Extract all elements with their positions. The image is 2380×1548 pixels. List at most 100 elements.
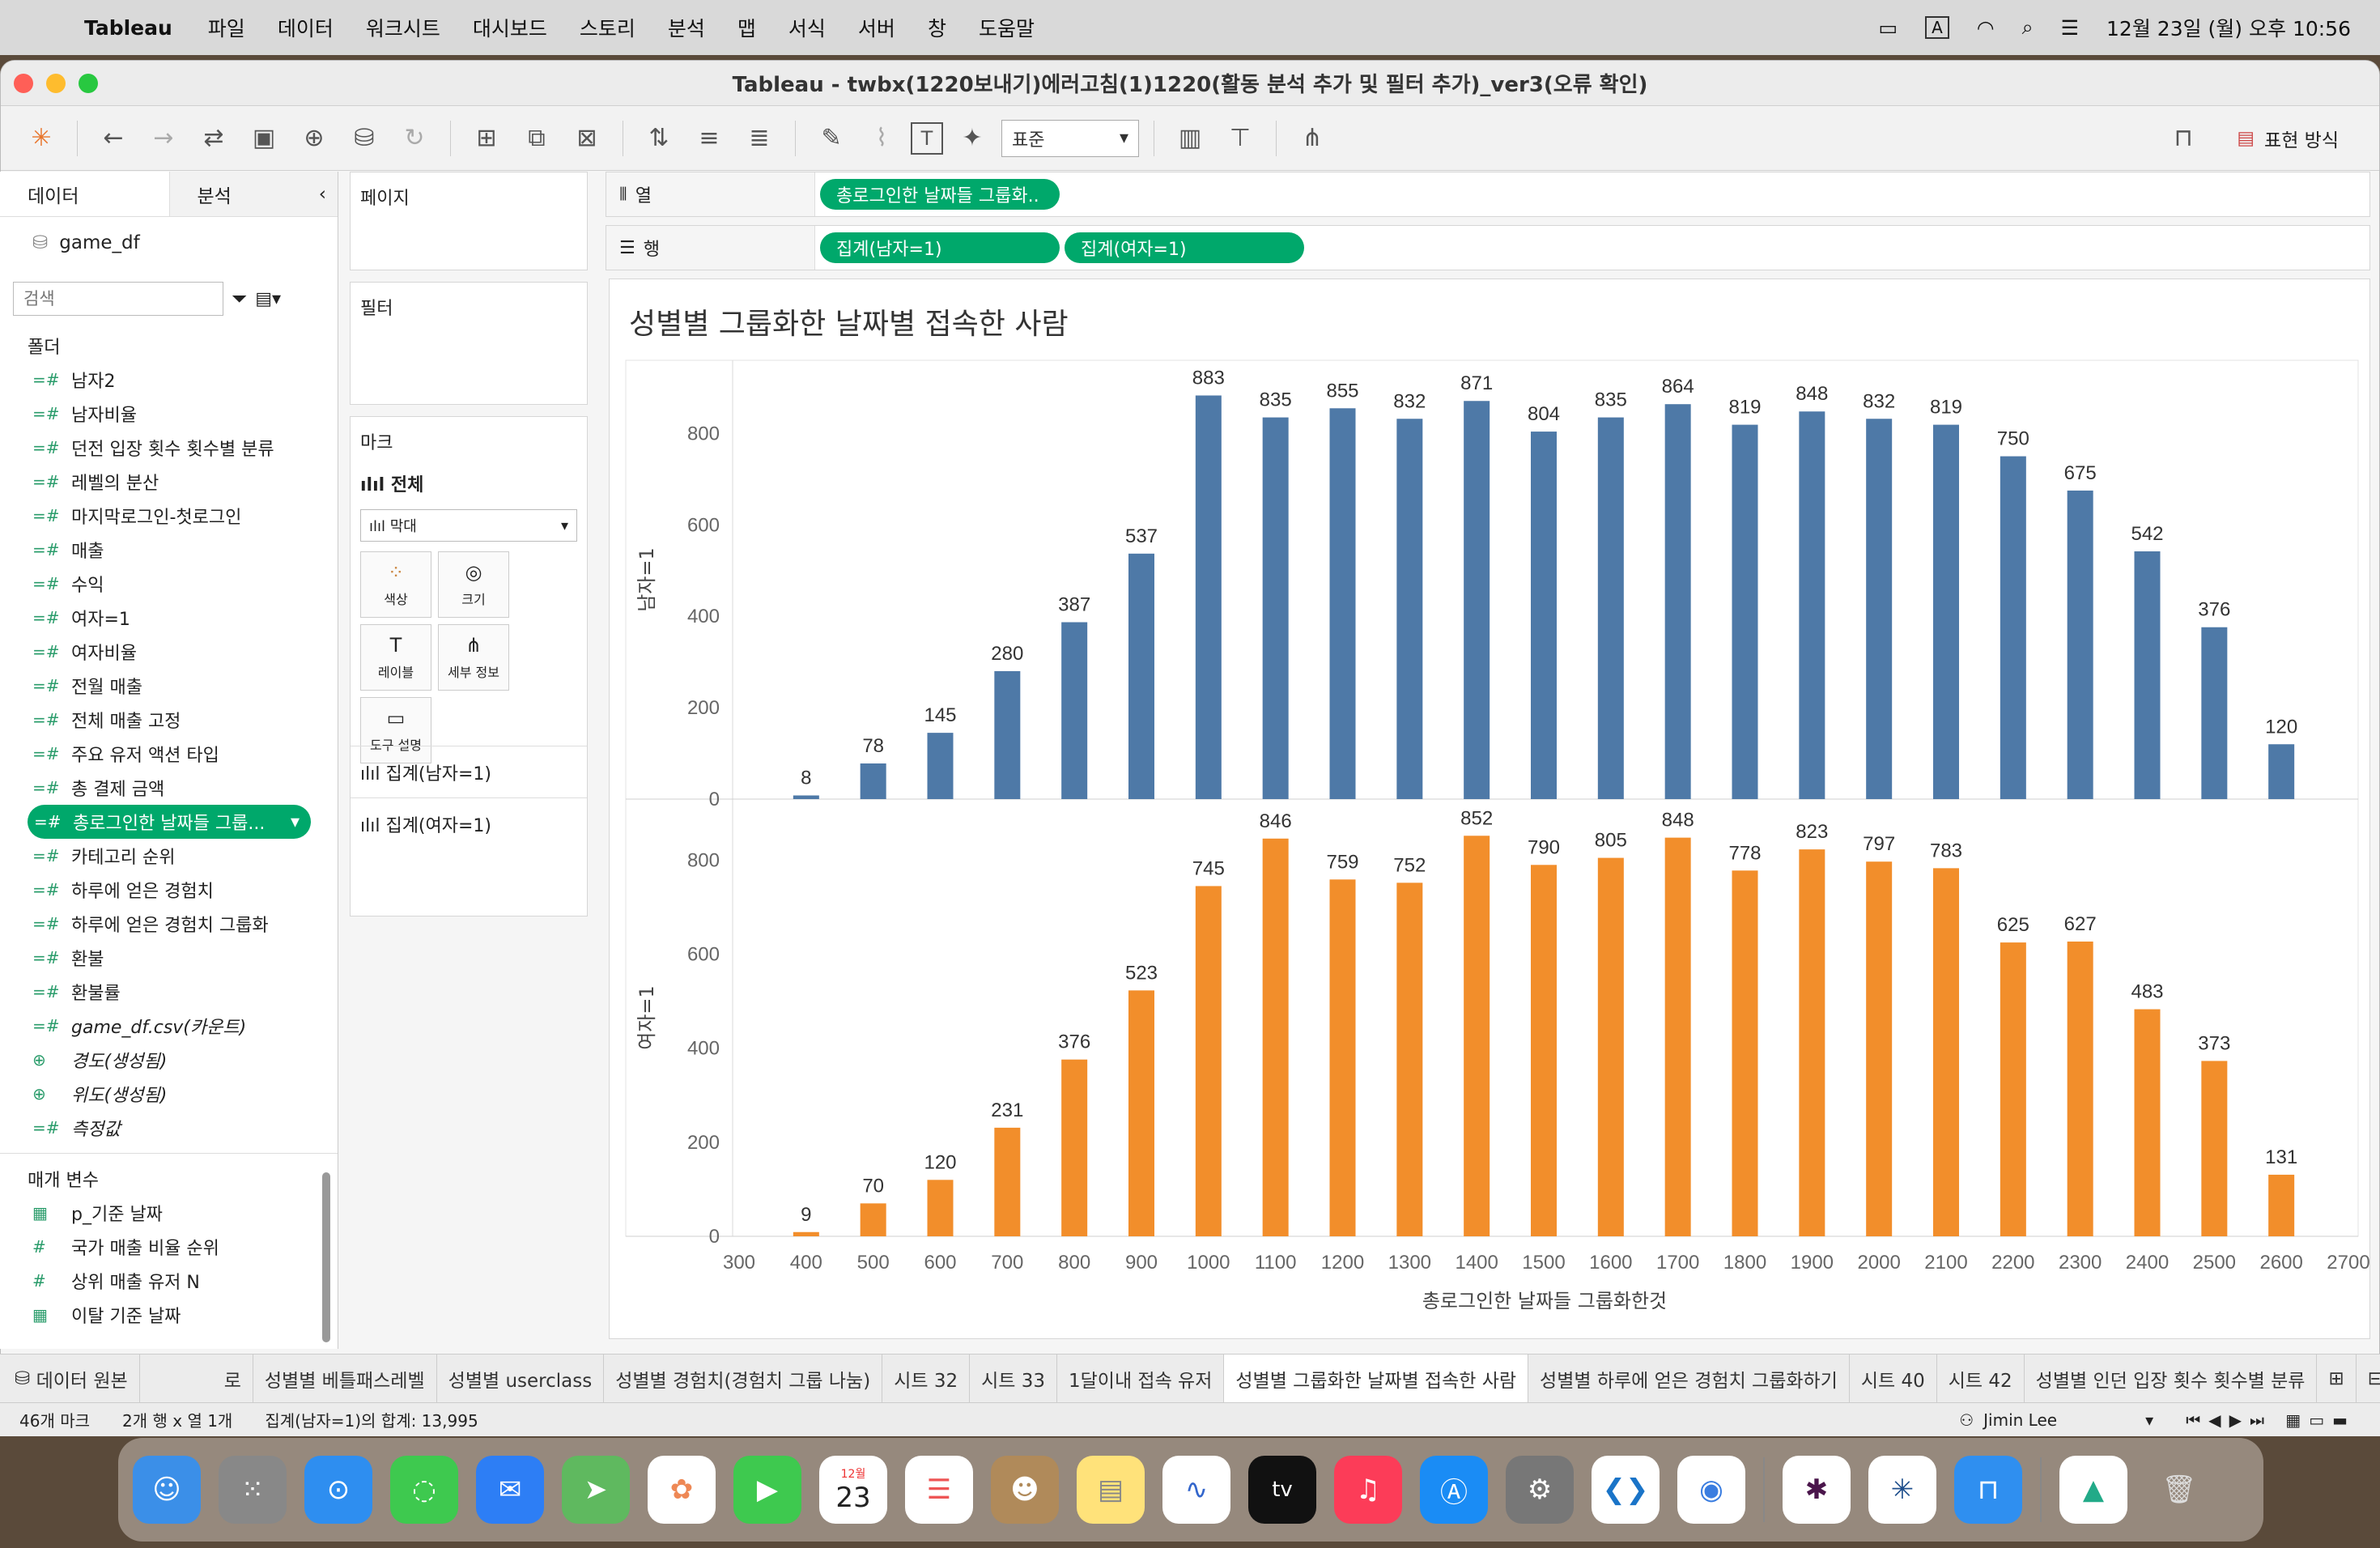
sheet-tab[interactable]: 성별별 베틀패스레벨	[253, 1354, 437, 1402]
sheet-tab[interactable]: 로	[213, 1354, 253, 1402]
parameter-item[interactable]: ▦ p_기준 날짜	[0, 1196, 338, 1230]
swap-icon[interactable]: ⇄	[193, 117, 235, 159]
new-worksheet-icon[interactable]: ⊞	[465, 117, 508, 159]
field-item[interactable]: =# 전월 매출	[0, 669, 338, 703]
sort-ascending-icon[interactable]: ≡	[688, 117, 730, 159]
menu-analysis[interactable]: 분석	[668, 13, 705, 42]
clear-sheet-icon[interactable]: ⊠	[566, 117, 608, 159]
highlight-icon[interactable]: ✎	[810, 117, 852, 159]
undo-icon[interactable]: ←	[92, 117, 134, 159]
field-item[interactable]: =# game_df.csv(카운트)	[0, 1009, 338, 1043]
field-item[interactable]: =# 총 결제 금액	[0, 771, 338, 805]
field-list-scrollbar[interactable]	[322, 1172, 330, 1342]
contacts-icon[interactable]: ☻	[991, 1456, 1059, 1524]
filter-icon[interactable]: ⏷	[232, 287, 247, 310]
field-search-input[interactable]	[13, 282, 223, 316]
field-item[interactable]: =# 하루에 얻은 경험치 그룹화	[0, 907, 338, 941]
datasource-tab[interactable]: ⛁ 데이터 원본	[0, 1354, 140, 1402]
redo-icon[interactable]: →	[142, 117, 185, 159]
color-button[interactable]: ⁘ 색상	[360, 551, 431, 618]
swap-rows-columns-icon[interactable]: ⇅	[638, 117, 680, 159]
field-item[interactable]: =# 마지막로그인-첫로그인	[0, 499, 338, 533]
show-cards-icon[interactable]: ▥	[1169, 117, 1211, 159]
menu-map[interactable]: 맵	[737, 13, 756, 42]
parameter-item[interactable]: # 국가 매출 비율 순위	[0, 1230, 338, 1264]
close-window-button[interactable]	[14, 73, 33, 93]
field-item[interactable]: =# 전체 매출 고정	[0, 703, 338, 737]
marks-all-tab[interactable]: ılıl 전체	[351, 466, 587, 509]
pin-icon[interactable]: ⊓	[2162, 117, 2204, 159]
photos-icon[interactable]: ✿	[648, 1456, 716, 1524]
facetime-icon[interactable]: ▶	[733, 1456, 801, 1524]
sheet-tab[interactable]: 시트 33	[970, 1354, 1057, 1402]
datasource-icon[interactable]: ⛁	[343, 117, 385, 159]
appstore-icon[interactable]: Ⓐ	[1420, 1456, 1488, 1524]
system-settings-icon[interactable]: ⚙	[1506, 1456, 1574, 1524]
rows-pill-female[interactable]: 집계(여자=1)	[1065, 232, 1304, 263]
menu-file[interactable]: 파일	[208, 13, 245, 42]
save-icon[interactable]: ▣	[243, 117, 285, 159]
tableau-logo-icon[interactable]: ✳	[20, 117, 62, 159]
menu-window[interactable]: 창	[928, 13, 946, 42]
field-item[interactable]: ⊕ 경도(생성됨)	[0, 1043, 338, 1077]
view-options-icon[interactable]: ▤▾	[255, 289, 281, 309]
field-item[interactable]: =# 여자=1	[0, 601, 338, 635]
menu-clock[interactable]: 12월 23일 (월) 오후 10:56	[2106, 13, 2351, 42]
detail-button[interactable]: ⋔ 세부 정보	[438, 624, 509, 691]
parameter-item[interactable]: # 상위 매출 유저 N	[0, 1264, 338, 1298]
field-item[interactable]: =# 여자비율	[0, 635, 338, 669]
finder-icon[interactable]: ☺	[133, 1456, 201, 1524]
user-menu[interactable]: ⚇ Jimin Lee ▾	[1959, 1410, 2153, 1430]
wifi-icon[interactable]: ◠	[1977, 16, 1995, 40]
freeform-icon[interactable]: ∿	[1162, 1456, 1230, 1524]
field-item[interactable]: =# 하루에 얻은 경험치	[0, 873, 338, 907]
menu-story[interactable]: 스토리	[580, 13, 635, 42]
field-item[interactable]: =# 총로그인한 날짜들 그룹... ▾	[28, 805, 311, 839]
vscode-icon[interactable]: ❮❯	[1592, 1456, 1660, 1524]
minimize-window-button[interactable]	[46, 73, 66, 93]
show-me-button[interactable]: ▤ 표현 방식	[2237, 125, 2339, 152]
label-button[interactable]: T 레이블	[360, 624, 431, 691]
refresh-icon[interactable]: ↻	[393, 117, 436, 159]
share-icon[interactable]: ⋔	[1291, 117, 1333, 159]
tab-data[interactable]: 데이터	[0, 172, 169, 216]
field-item[interactable]: =# 남자비율	[0, 397, 338, 431]
sheet-tab[interactable]: 시트 40	[1850, 1354, 1937, 1402]
new-datasource-icon[interactable]: ⊕	[293, 117, 335, 159]
field-item[interactable]: =# 수익	[0, 567, 338, 601]
new-worksheet-tab-icon[interactable]: ⊞	[2317, 1354, 2357, 1402]
presentation-mode-icon[interactable]: ⊤	[1219, 117, 1261, 159]
sheet-tab[interactable]: 성별별 인던 입장 횟수 횟수별 분류	[2025, 1354, 2318, 1402]
menu-dashboard[interactable]: 대시보드	[473, 13, 547, 42]
reminders-icon[interactable]: ☰	[905, 1456, 973, 1524]
sort-descending-icon[interactable]: ≣	[738, 117, 780, 159]
slack-icon[interactable]: ✱	[1783, 1456, 1851, 1524]
menu-help[interactable]: 도움말	[979, 13, 1035, 42]
datasource-item[interactable]: ⛁ game_df	[0, 217, 338, 269]
spotlight-search-icon[interactable]: ⌕	[2022, 15, 2034, 40]
notes-icon[interactable]: ▤	[1077, 1456, 1145, 1524]
rows-pill-male[interactable]: 집계(남자=1)	[820, 232, 1060, 263]
parameter-item[interactable]: ▦ 이탈 기준 날짜	[0, 1298, 338, 1332]
sheet-tab[interactable]: 시트 32	[882, 1354, 971, 1402]
field-item[interactable]: ⊕ 위도(생성됨)	[0, 1077, 338, 1111]
pages-card[interactable]: 페이지	[350, 172, 588, 270]
field-item[interactable]: =# 주요 유저 액션 타입	[0, 737, 338, 771]
group-icon[interactable]: ⌇	[861, 117, 903, 159]
field-item[interactable]: =# 환불률	[0, 975, 338, 1009]
field-item[interactable]: =# 남자2	[0, 363, 338, 397]
launchpad-icon[interactable]: ⁙	[219, 1456, 287, 1524]
calendar-icon[interactable]: 12월 23	[819, 1456, 887, 1524]
field-item[interactable]: =# 환불	[0, 941, 338, 975]
keynote-icon[interactable]: ⊓	[1954, 1456, 2022, 1524]
maps-icon[interactable]: ➤	[562, 1456, 630, 1524]
show-labels-icon[interactable]: T	[911, 121, 943, 155]
duplicate-sheet-icon[interactable]: ⧉	[516, 117, 558, 159]
menu-format[interactable]: 서식	[788, 13, 826, 42]
control-center-icon[interactable]: ☰	[2061, 16, 2079, 40]
field-item[interactable]: =# 측정값	[0, 1111, 338, 1145]
tab-analysis[interactable]: 분석 ‹	[168, 172, 338, 216]
menu-worksheet[interactable]: 워크시트	[366, 13, 440, 42]
sheet-tab[interactable]: 성별별 userclass	[437, 1354, 605, 1402]
menu-data[interactable]: 데이터	[278, 13, 334, 42]
